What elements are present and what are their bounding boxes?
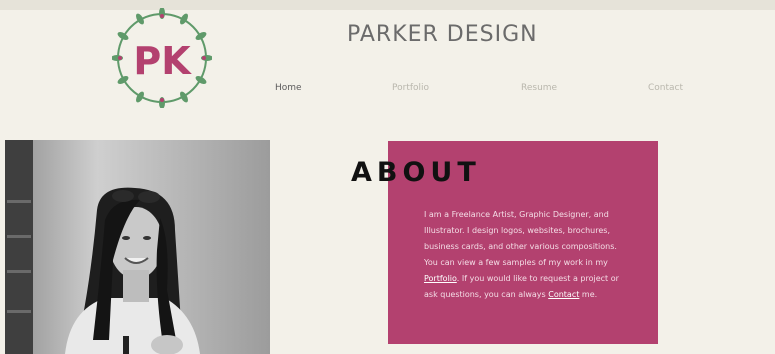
- pk-logo[interactable]: PK: [111, 7, 213, 109]
- about-heading: ABOUT: [351, 157, 481, 188]
- nav-home[interactable]: Home: [275, 83, 302, 93]
- about-text-part3: me.: [579, 290, 598, 299]
- portfolio-link[interactable]: Portfolio: [424, 274, 457, 283]
- nav-contact[interactable]: Contact: [648, 83, 683, 93]
- logo-monogram: PK: [133, 39, 192, 83]
- site-title: PARKER DESIGN: [347, 22, 538, 47]
- wreath-logo-icon: PK: [111, 7, 213, 109]
- about-text-part1: I am a Freelance Artist, Graphic Designe…: [424, 210, 617, 267]
- about-text: I am a Freelance Artist, Graphic Designe…: [424, 207, 624, 303]
- contact-link[interactable]: Contact: [548, 290, 579, 299]
- nav-resume[interactable]: Resume: [521, 83, 557, 93]
- profile-photo: [5, 140, 270, 354]
- nav-portfolio[interactable]: Portfolio: [392, 83, 429, 93]
